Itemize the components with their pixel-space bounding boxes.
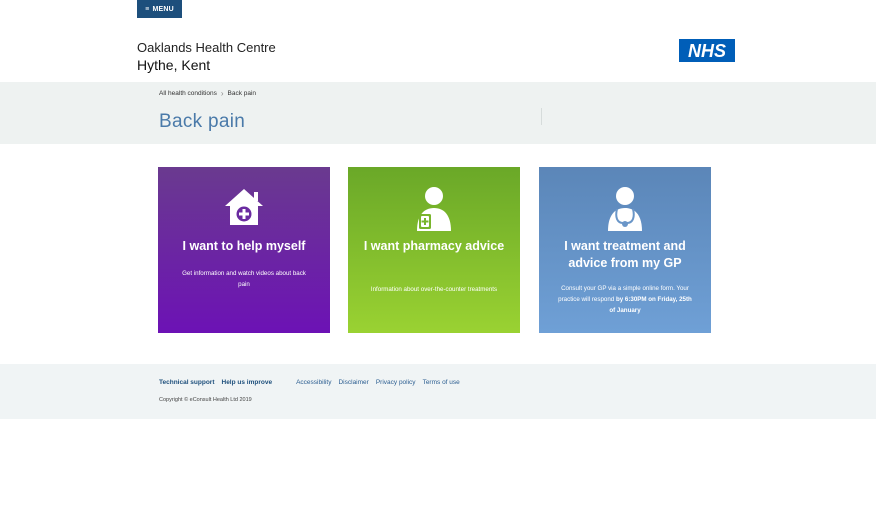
practice-location: Hythe, Kent xyxy=(137,57,211,73)
card-title: I want treatment and advice from my GP xyxy=(564,239,686,270)
pharmacist-icon xyxy=(412,185,456,238)
breadcrumb-item-all-health-conditions[interactable]: All health conditions xyxy=(159,90,217,97)
hamburger-icon: ≡ xyxy=(145,5,150,13)
band-divider xyxy=(541,108,542,125)
privacy-policy-link[interactable]: Privacy policy xyxy=(376,379,416,386)
response-deadline: by 6:30PM on Friday, 25th of January xyxy=(609,296,692,314)
help-us-improve-link[interactable]: Help us improve xyxy=(222,379,273,386)
practice-name: Oaklands Health Centre xyxy=(137,40,276,55)
pharmacy-advice-card[interactable]: I want pharmacy advice Information about… xyxy=(348,167,520,333)
nhs-logo-text: NHS xyxy=(688,41,726,60)
accessibility-link[interactable]: Accessibility xyxy=(296,379,331,386)
nhs-logo[interactable]: NHS xyxy=(679,39,735,62)
card-description: Information about over-the-counter treat… xyxy=(370,286,498,293)
menu-button-label: MENU xyxy=(152,5,174,13)
footer-links: Technical support Help us improve Access… xyxy=(159,379,467,386)
doctor-icon xyxy=(603,185,647,238)
gp-treatment-card[interactable]: I want treatment and advice from my GP C… xyxy=(539,167,711,333)
card-description: Consult your GP via a simple online form… xyxy=(557,283,693,316)
page-title: Back pain xyxy=(159,111,246,132)
breadcrumb-item-current: Back pain xyxy=(227,90,257,97)
technical-support-link[interactable]: Technical support xyxy=(159,379,215,386)
terms-of-use-link[interactable]: Terms of use xyxy=(423,379,460,386)
chevron-right-icon: › xyxy=(220,89,224,98)
card-title: I want to help myself xyxy=(182,239,306,253)
card-title: I want pharmacy advice xyxy=(363,239,505,253)
footer xyxy=(0,364,876,419)
house-plus-icon xyxy=(222,185,266,234)
copyright: Copyright © eConsult Health Ltd 2019 xyxy=(159,397,252,403)
breadcrumb: All health conditions › Back pain xyxy=(159,89,256,98)
disclaimer-link[interactable]: Disclaimer xyxy=(338,379,368,386)
help-myself-card[interactable]: I want to help myself Get information an… xyxy=(158,167,330,333)
card-description: Get information and watch videos about b… xyxy=(182,270,306,288)
menu-button[interactable]: ≡ MENU xyxy=(137,0,182,18)
title-band xyxy=(0,82,876,144)
practice-info: Oaklands Health Centre Hythe, Kent xyxy=(137,40,276,74)
